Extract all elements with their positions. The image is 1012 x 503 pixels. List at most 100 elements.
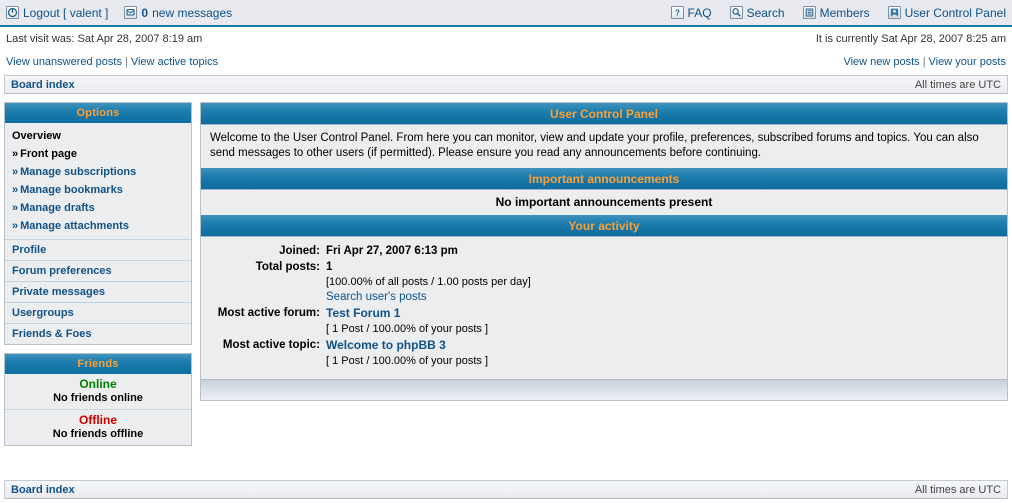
- sidebar-item-label: Usergroups: [12, 307, 74, 319]
- friends-panel-body: Online No friends online Offline No frie…: [5, 374, 191, 445]
- message-icon: [124, 6, 138, 19]
- footer-area: Board index All times are UTC: [0, 480, 1012, 503]
- sidebar-item-friends-and-foes[interactable]: Friends & Foes: [5, 323, 191, 344]
- friends-panel-title: Friends: [5, 354, 191, 374]
- ucp-welcome-text: Welcome to the User Control Panel. From …: [201, 125, 1007, 168]
- announcements-empty-text: No important announcements present: [201, 190, 1007, 215]
- sidebar: Options Overview » Front page » Manage sub…: [4, 102, 192, 446]
- footer-timezone: All times are UTC: [914, 483, 1001, 496]
- footer-breadcrumb: Board index All times are UTC: [4, 480, 1008, 499]
- total-posts-label: Total posts:: [255, 261, 320, 273]
- sidebar-item-label: Front page: [20, 148, 77, 160]
- joined-value-group: Fri Apr 27, 2007 6:13 pm: [326, 244, 458, 259]
- most-active-forum-detail: [ 1 Post / 100.00% of your posts ]: [326, 323, 489, 335]
- most-active-forum-link[interactable]: Test Forum 1: [326, 306, 400, 320]
- breadcrumb-board-index-link[interactable]: Board index: [11, 79, 75, 91]
- quick-links-left: View unanswered posts | View active topics: [6, 56, 218, 68]
- most-active-forum-value-group: Test Forum 1 [ 1 Post / 100.00% of your …: [326, 306, 488, 337]
- friends-panel: Friends Online No friends online Offline…: [4, 353, 192, 446]
- sidebar-item-label: Friends & Foes: [12, 328, 92, 340]
- most-active-topic-link[interactable]: Welcome to phpBB 3: [326, 338, 446, 352]
- options-panel: Options Overview » Front page » Manage sub…: [4, 102, 192, 345]
- user-control-panel-label: User Control Panel: [904, 5, 1006, 20]
- view-unanswered-posts-link[interactable]: View unanswered posts: [6, 56, 122, 68]
- most-active-topic-label: Most active topic:: [222, 339, 320, 351]
- sidebar-item-label: Manage drafts: [20, 202, 95, 214]
- chevron-right-icon: »: [12, 166, 19, 178]
- friends-online-heading: Online: [79, 377, 117, 391]
- activity-row-most-active-forum: Most active forum: Test Forum 1 [ 1 Post…: [201, 306, 1007, 337]
- sidebar-item-manage-attachments[interactable]: » Manage attachments: [5, 217, 191, 235]
- view-your-posts-link[interactable]: View your posts: [929, 56, 1006, 68]
- main-box-footer: [201, 379, 1007, 400]
- visit-info-row: Last visit was: Sat Apr 28, 2007 8:19 am…: [0, 27, 1012, 51]
- search-user-posts-link[interactable]: Search user's posts: [326, 291, 427, 303]
- total-posts-value: 1: [326, 261, 333, 273]
- activity-section: Joined: Fri Apr 27, 2007 6:13 pm Total p…: [201, 237, 1007, 379]
- most-active-topic-value-group: Welcome to phpBB 3 [ 1 Post / 100.00% of…: [326, 338, 488, 369]
- last-visit-text: Last visit was: Sat Apr 28, 2007 8:19 am: [6, 33, 203, 45]
- ucp-box: User Control Panel Welcome to the User C…: [200, 102, 1008, 401]
- logout-link[interactable]: Logout [ valent ]: [6, 6, 108, 20]
- main-content: User Control Panel Welcome to the User C…: [200, 102, 1008, 401]
- current-time-text: It is currently Sat Apr 28, 2007 8:25 am: [815, 33, 1006, 45]
- total-posts-detail: [100.00% of all posts / 1.00 posts per d…: [326, 276, 531, 288]
- joined-label: Joined:: [279, 245, 320, 257]
- search-label: Search: [746, 5, 785, 20]
- sidebar-item-label: Private messages: [12, 286, 105, 298]
- activity-row-total-posts: Total posts: 1 [100.00% of all posts / 1…: [201, 260, 1007, 305]
- joined-value: Fri Apr 27, 2007 6:13 pm: [326, 245, 458, 257]
- faq-link[interactable]: ? FAQ: [670, 5, 712, 20]
- sidebar-item-private-messages[interactable]: Private messages: [5, 281, 191, 302]
- most-active-topic-detail: [ 1 Post / 100.00% of your posts ]: [326, 355, 489, 367]
- sidebar-item-manage-subscriptions[interactable]: » Manage subscriptions: [5, 163, 191, 181]
- footer-board-index-link[interactable]: Board index: [11, 484, 75, 496]
- svg-text:?: ?: [675, 8, 680, 17]
- link-separator: |: [124, 56, 128, 68]
- breadcrumb: Board index All times are UTC: [4, 75, 1008, 94]
- chevron-right-icon: »: [12, 184, 19, 196]
- search-icon: [729, 6, 743, 19]
- sidebar-item-front-page[interactable]: » Front page: [5, 145, 191, 163]
- user-control-panel-link[interactable]: User Control Panel: [887, 5, 1006, 20]
- logout-icon: [6, 6, 19, 19]
- chevron-right-icon: »: [12, 220, 19, 232]
- top-navigation-bar: Logout [ valent ] 0 new messages ? FAQ S…: [0, 0, 1012, 27]
- options-overview-block: Overview » Front page » Manage subscriptio…: [5, 123, 191, 239]
- faq-icon: ?: [670, 6, 684, 19]
- friends-offline-empty: No friends offline: [52, 428, 144, 440]
- sidebar-item-profile[interactable]: Profile: [5, 239, 191, 260]
- sidebar-heading-overview: Overview: [12, 130, 61, 142]
- ucp-title-bar: User Control Panel: [201, 103, 1007, 125]
- search-link[interactable]: Search: [729, 5, 785, 20]
- members-label: Members: [819, 5, 870, 20]
- friends-offline-section: Offline No friends offline: [5, 409, 191, 445]
- breadcrumb-timezone: All times are UTC: [914, 78, 1001, 91]
- sidebar-item-label: Manage bookmarks: [20, 184, 123, 196]
- view-new-posts-link[interactable]: View new posts: [843, 56, 919, 68]
- new-messages-link[interactable]: 0 new messages: [124, 6, 232, 20]
- chevron-right-icon: »: [12, 148, 19, 160]
- sidebar-item-label: Manage attachments: [20, 220, 129, 232]
- sidebar-item-usergroups[interactable]: Usergroups: [5, 302, 191, 323]
- friends-online-empty: No friends online: [53, 392, 143, 404]
- sidebar-item-forum-preferences[interactable]: Forum preferences: [5, 260, 191, 281]
- sidebar-item-label: Profile: [12, 244, 47, 256]
- quick-links-right: View new posts | View your posts: [843, 56, 1006, 68]
- quick-links-row: View unanswered posts | View active topics…: [0, 51, 1012, 73]
- members-link[interactable]: Members: [802, 5, 870, 20]
- link-separator: |: [922, 56, 926, 68]
- sidebar-item-manage-bookmarks[interactable]: » Manage bookmarks: [5, 181, 191, 199]
- sidebar-item-label: Manage subscriptions: [20, 166, 137, 178]
- ucp-icon: [887, 6, 901, 19]
- most-active-forum-label: Most active forum:: [217, 307, 320, 319]
- view-active-topics-link[interactable]: View active topics: [131, 56, 218, 68]
- sidebar-item-manage-drafts[interactable]: » Manage drafts: [5, 199, 191, 217]
- page-body: Options Overview » Front page » Manage sub…: [0, 94, 1012, 446]
- activity-row-joined: Joined: Fri Apr 27, 2007 6:13 pm: [201, 244, 1007, 259]
- new-messages-count: 0: [141, 5, 149, 20]
- friends-online-section: Online No friends online: [5, 374, 191, 409]
- faq-label: FAQ: [687, 5, 712, 20]
- new-messages-label: new messages: [152, 5, 233, 20]
- logout-label: Logout [ valent ]: [23, 5, 109, 20]
